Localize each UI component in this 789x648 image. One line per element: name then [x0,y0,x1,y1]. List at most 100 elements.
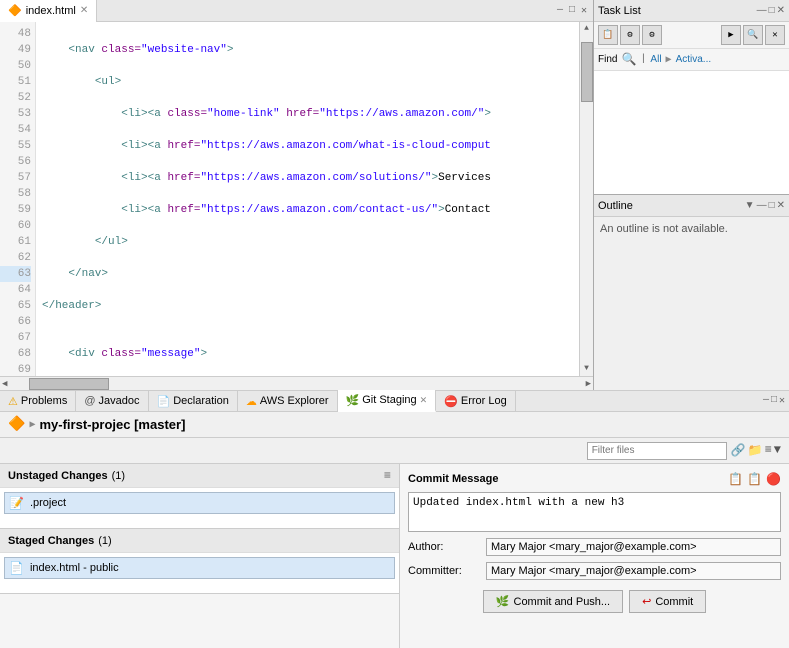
code-line: <div class="message"> [42,346,573,362]
committer-label: Committer: [408,565,478,577]
right-panel: Task List — □ ✕ 📋 ⚙ ⚙ ▶ 🔍 ✕ [594,0,789,390]
scroll-left[interactable]: ◀ [0,379,9,389]
outline-minimize[interactable]: — [757,200,767,211]
editor-tab-title: index.html [26,5,76,17]
code-lines[interactable]: <nav class="website-nav"> <ul> <li><a cl… [36,22,579,376]
task-list-tab-label[interactable]: Task List [598,5,641,17]
git-body: Unstaged Changes (1) ≡ 📝 .project Sta [0,464,789,648]
task-icon-4[interactable]: ▶ [721,25,741,45]
tab-problems[interactable]: ⚠ Problems [0,390,76,412]
maximize-task[interactable]: □ [769,5,775,16]
git-header: 🔶 ▶ my-first-projec [master] [0,412,789,438]
git-filter-icons: 🔗 📁 ≡ ▼ [731,443,781,458]
commit-message-input[interactable] [408,492,781,532]
tab-git-staging[interactable]: 🌿 Git Staging ✕ [338,390,437,412]
git-staged-header: Staged Changes (1) [0,529,399,553]
minimize-task[interactable]: — [757,5,767,16]
bottom-close[interactable]: ✕ [779,395,785,407]
git-staged-file[interactable]: 📄 index.html - public [4,557,395,579]
commit-msg-icon-1[interactable]: 📋 [728,472,743,486]
close-btn[interactable]: ✕ [579,5,589,17]
git-header-icon: 🔶 [8,416,25,433]
bottom-maximize[interactable]: □ [771,395,777,407]
outline-tab-label[interactable]: Outline [598,200,633,212]
git-staging-close[interactable]: ✕ [420,395,428,406]
commit-and-push-button[interactable]: 🌿 Commit and Push... [483,590,623,613]
git-filter-input[interactable] [587,442,727,460]
git-left-pane: Unstaged Changes (1) ≡ 📝 .project Sta [0,464,400,648]
code-line: <li><a href="https://aws.amazon.com/solu… [42,170,573,186]
outline-close[interactable]: ✕ [777,200,785,211]
declaration-label: Declaration [173,395,229,407]
tab-error-log[interactable]: ⛔ Error Log [436,390,516,412]
outline-panel: Outline ▼ — □ ✕ An outline is not availa… [594,195,789,390]
git-filter-icon-chevron[interactable]: ▼ [774,443,781,458]
git-staging-panel: 🔶 ▶ my-first-projec [master] 🔗 📁 ≡ ▼ Uns… [0,412,789,648]
scroll-thumb-h[interactable] [29,378,109,390]
code-line: </ul> [42,234,573,250]
task-icon-2[interactable]: ⚙ [620,25,640,45]
code-line: </header> [42,298,573,314]
scroll-up[interactable]: ▲ [580,22,593,36]
outline-chevron[interactable]: ▼ [745,200,755,211]
commit-buttons: 🌿 Commit and Push... ↩ Commit [408,590,781,613]
bottom-tabs-bar: ⚠ Problems @ Javadoc 📄 Declaration ☁ AWS… [0,390,789,412]
task-icon-6[interactable]: ✕ [765,25,785,45]
task-filter-row: Find 🔍 | All ▶ Activa... [594,49,789,71]
commit-msg-icon-3[interactable]: 🔴 [766,472,781,486]
task-icon-3[interactable]: ⚙ [642,25,662,45]
git-unstaged-section: Unstaged Changes (1) ≡ 📝 .project [0,464,399,529]
commit-push-icon: 🌿 [496,595,510,608]
git-header-title: my-first-projec [master] [39,417,185,432]
scroll-right[interactable]: ▶ [584,379,593,389]
editor-tab-close[interactable]: ✕ [80,5,88,16]
maximize-btn[interactable]: □ [567,5,577,17]
git-unstaged-file[interactable]: 📝 .project [4,492,395,514]
task-filter-all[interactable]: All [650,54,661,65]
javadoc-icon: @ [84,395,95,407]
minimize-btn[interactable]: — [555,5,565,17]
commit-msg-icon-2[interactable]: 📋 [747,472,762,486]
scroll-thumb[interactable] [581,42,593,102]
git-staging-label: Git Staging [362,394,416,406]
outline-maximize[interactable]: □ [769,200,775,211]
git-filter-icon-list[interactable]: ≡ [765,443,772,458]
task-icon-1[interactable]: 📋 [598,25,618,45]
git-filter-icon-link[interactable]: 🔗 [731,443,746,458]
task-icon-5[interactable]: 🔍 [743,25,763,45]
task-list-controls: — □ ✕ [757,5,785,16]
code-line: </nav> [42,266,573,282]
editor-window-controls: — □ ✕ [555,5,593,17]
commit-push-label: Commit and Push... [514,596,611,608]
scroll-down[interactable]: ▼ [580,362,593,376]
editor-tab-index-html[interactable]: 🔶 index.html ✕ [0,0,97,22]
author-label: Author: [408,541,478,553]
task-toolbar: 📋 ⚙ ⚙ ▶ 🔍 ✕ [594,22,789,49]
git-staged-title: Staged Changes [8,535,94,547]
git-file-icon: 📝 [9,496,24,510]
git-unstaged-count: (1) [112,470,125,482]
code-editor[interactable]: 4849505152 5354555657 5859606162 636465 … [0,22,593,376]
tab-declaration[interactable]: 📄 Declaration [149,390,238,412]
git-unstaged-sort[interactable]: ≡ [384,469,391,483]
code-line: <li><a class="home-link" href="https://a… [42,106,573,122]
author-value: Mary Major <mary_major@example.com> [486,538,781,556]
outline-body: An outline is not available. [594,217,789,390]
aws-label: AWS Explorer [260,395,329,407]
task-filter-active[interactable]: Activa... [676,54,712,65]
close-task[interactable]: ✕ [777,5,785,16]
horizontal-scrollbar[interactable]: ◀ ▶ [0,376,593,390]
tab-aws-explorer[interactable]: ☁ AWS Explorer [238,390,338,412]
vertical-scrollbar[interactable]: ▲ ▼ [579,22,593,376]
committer-value: Mary Major <mary_major@example.com> [486,562,781,580]
code-line: <nav class="website-nav"> [42,42,573,58]
line-numbers: 4849505152 5354555657 5859606162 636465 … [0,22,36,376]
task-filter-icon: 🔍 [621,52,636,67]
tab-javadoc[interactable]: @ Javadoc [76,390,148,412]
commit-button[interactable]: ↩ Commit [629,590,706,613]
code-line: <li><a href="https://aws.amazon.com/cont… [42,202,573,218]
file-icon: 🔶 [8,4,22,17]
bottom-minimize[interactable]: — [763,395,769,407]
git-filter-icon-folder[interactable]: 📁 [748,443,763,458]
author-field: Author: Mary Major <mary_major@example.c… [408,538,781,556]
